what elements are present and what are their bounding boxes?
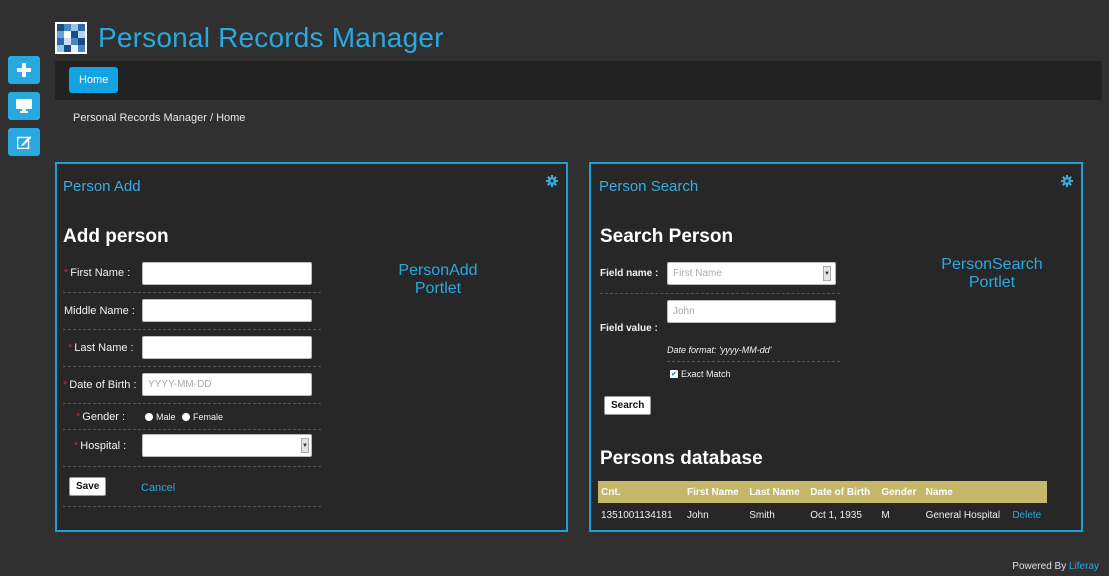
radio-icon xyxy=(182,413,190,421)
left-dock xyxy=(8,56,40,156)
chevron-down-icon: ▼ xyxy=(823,266,831,281)
field-value-label: Field value : xyxy=(600,323,658,334)
chevron-down-icon: ▼ xyxy=(301,438,309,453)
column-header: First Name xyxy=(684,481,747,503)
watermark-line: Portlet xyxy=(414,280,462,297)
last-name-input[interactable] xyxy=(142,336,312,359)
watermark-line: PersonSearch xyxy=(941,256,1043,273)
plus-icon xyxy=(17,63,31,77)
gender-label: * Gender : xyxy=(76,411,126,423)
divider xyxy=(600,293,840,294)
add-button[interactable] xyxy=(8,56,40,84)
personadd-portlet-label: PersonAdd Portlet xyxy=(378,262,498,298)
divider xyxy=(63,466,321,467)
checkbox-label: Exact Match xyxy=(681,369,731,379)
search-button[interactable]: Search xyxy=(604,396,652,415)
radio-icon xyxy=(145,413,153,421)
manage-button[interactable] xyxy=(8,92,40,120)
app-title: Personal Records Manager xyxy=(98,22,444,53)
first-name-label: * First Name : xyxy=(64,267,131,279)
powered-by-text: Powered By xyxy=(1012,561,1067,572)
personsearch-portlet-label: PersonSearch Portlet xyxy=(922,256,1062,292)
table-row: 1351001134181 John Smith Oct 1, 1935 M G… xyxy=(598,503,1047,527)
cell-last-name: Smith xyxy=(749,509,775,521)
gender-female-radio[interactable]: Female xyxy=(182,412,223,422)
footer: Powered By Liferay xyxy=(1012,561,1099,572)
cell-dob: Oct 1, 1935 xyxy=(810,509,862,521)
last-name-label: * Last Name : xyxy=(68,342,134,354)
divider xyxy=(63,292,321,293)
column-header: Gender xyxy=(878,481,923,503)
edit-icon xyxy=(16,136,31,149)
gear-icon[interactable] xyxy=(546,175,558,187)
field-name-label: Field name : xyxy=(600,268,659,279)
divider xyxy=(667,361,840,362)
date-format-hint: Date format: 'yyyy-MM-dd' xyxy=(667,345,772,355)
cell-first-name: John xyxy=(687,509,709,521)
nav-home-tab[interactable]: Home xyxy=(69,67,119,93)
middle-name-label: Middle Name : xyxy=(64,305,135,317)
table-header-row: Cnt. First Name Last Name Date of Birth … xyxy=(598,481,1047,503)
column-header: Name xyxy=(922,481,1047,503)
radio-label: Male xyxy=(156,412,176,422)
edit-controls-button[interactable] xyxy=(8,128,40,156)
gender-male-radio[interactable]: Male xyxy=(145,412,176,422)
gear-icon[interactable] xyxy=(1061,175,1073,187)
field-name-select[interactable]: First Name xyxy=(667,262,836,285)
liferay-link[interactable]: Liferay xyxy=(1069,561,1099,572)
watermark-line: Portlet xyxy=(968,274,1016,291)
dob-label: * Date of Birth : xyxy=(63,379,137,391)
middle-name-input[interactable] xyxy=(142,299,312,322)
hospital-label: * Hospital : xyxy=(74,440,127,452)
first-name-input[interactable] xyxy=(142,262,312,285)
portlet-title: Person Search xyxy=(599,178,699,195)
portlet-title: Person Add xyxy=(63,178,141,195)
divider xyxy=(63,506,321,507)
site-header: Personal Records Manager xyxy=(55,18,444,58)
hospital-select[interactable]: ▼ xyxy=(142,434,312,457)
dob-input[interactable]: YYYY-MM-DD xyxy=(142,373,312,396)
monitor-icon xyxy=(16,99,32,113)
site-logo xyxy=(55,22,87,54)
watermark-line: PersonAdd xyxy=(398,262,478,279)
divider xyxy=(63,329,321,330)
delete-link[interactable]: Delete xyxy=(1009,503,1047,527)
field-value-input[interactable]: John xyxy=(667,300,836,323)
search-person-heading: Search Person xyxy=(600,226,734,247)
divider xyxy=(63,403,321,404)
exact-match-checkbox[interactable]: ✔ Exact Match xyxy=(670,369,731,379)
breadcrumb: Personal Records Manager / Home xyxy=(73,112,246,124)
add-person-heading: Add person xyxy=(63,226,169,247)
cell-cnt: 1351001134181 xyxy=(601,509,673,521)
column-header: Date of Birth xyxy=(807,481,879,503)
divider xyxy=(63,366,321,367)
navigation-bar: Home xyxy=(55,61,1102,100)
save-button[interactable]: Save xyxy=(69,477,107,496)
persons-table: Cnt. First Name Last Name Date of Birth … xyxy=(598,481,1047,527)
persons-database-heading: Persons database xyxy=(600,448,763,469)
radio-label: Female xyxy=(193,412,224,422)
column-header: Last Name xyxy=(746,481,808,503)
cancel-link[interactable]: Cancel xyxy=(141,482,175,494)
divider xyxy=(63,429,321,430)
cell-gender: M xyxy=(881,509,890,521)
cell-hospital: General Hospital xyxy=(925,509,1001,521)
column-header: Cnt. xyxy=(598,481,684,503)
person-search-portlet: Person Search xyxy=(589,162,1083,532)
checkbox-icon: ✔ xyxy=(670,370,678,378)
